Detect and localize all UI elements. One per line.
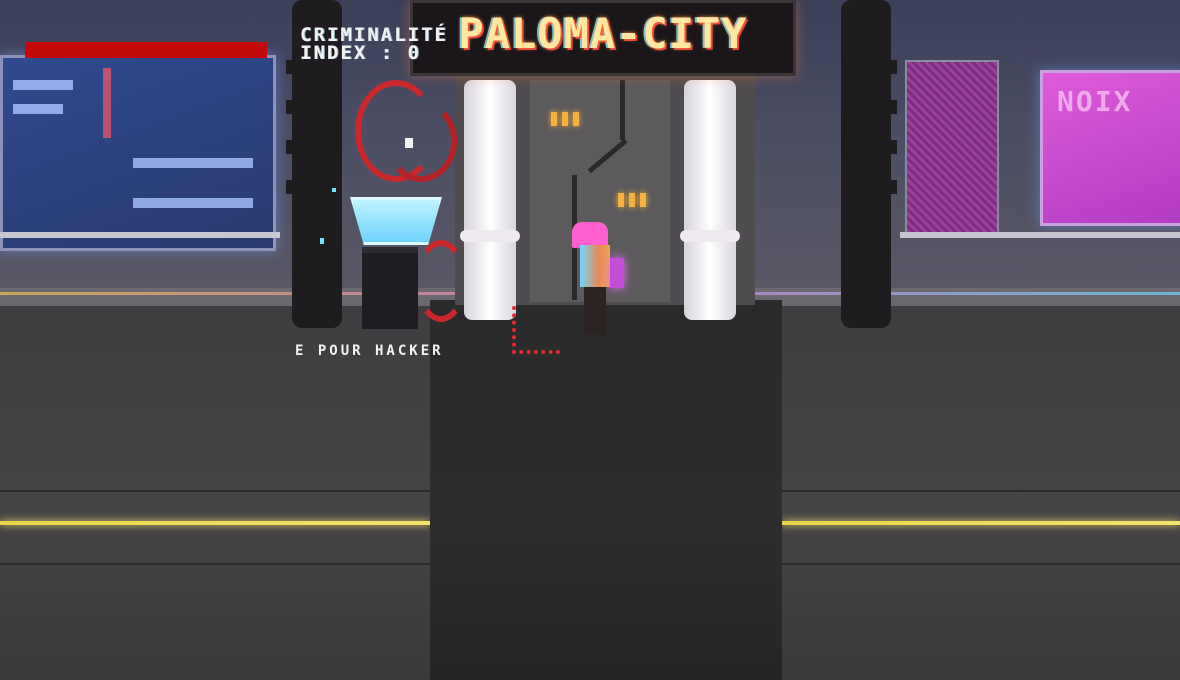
terminal-spark — [320, 238, 324, 244]
door-light — [640, 193, 646, 207]
white-column-right — [680, 80, 740, 320]
l-corner-marker-icon — [512, 306, 560, 354]
health-bar-fill — [25, 42, 267, 58]
door-light — [573, 112, 579, 126]
right-neon-window: NOIX — [1040, 70, 1180, 226]
neon-floor-line-left — [0, 521, 430, 525]
left-railing — [0, 232, 280, 238]
white-column-left — [460, 80, 520, 320]
right-window-sign: NOIX — [1057, 85, 1133, 118]
hack-terminal-icon[interactable] — [350, 197, 442, 245]
left-building-window — [0, 55, 276, 251]
terminal-pedestal — [362, 247, 418, 329]
terminal-spark — [332, 188, 336, 192]
city-sign: PALOMA-CITY — [410, 0, 796, 76]
neon-floor-line-right — [782, 521, 1180, 525]
player-legs — [584, 287, 606, 335]
game-scene: NOIX PALOMA-CITY E POUR HACKER CRIMINALI… — [0, 0, 1180, 680]
player-glowing-arm — [610, 258, 624, 288]
criminality-index: INDEX : 0 — [300, 42, 421, 64]
door-light — [629, 193, 635, 207]
right-mesh-panel — [905, 60, 999, 234]
player-torso — [580, 245, 610, 287]
hack-prompt: E POUR HACKER — [295, 343, 444, 359]
door-light — [551, 112, 557, 126]
door-light — [618, 193, 624, 207]
right-railing — [900, 232, 1180, 238]
door-light — [562, 112, 568, 126]
dark-pillar-right — [841, 0, 897, 328]
dark-walkway — [430, 300, 782, 680]
city-sign-text: PALOMA-CITY — [458, 9, 748, 58]
